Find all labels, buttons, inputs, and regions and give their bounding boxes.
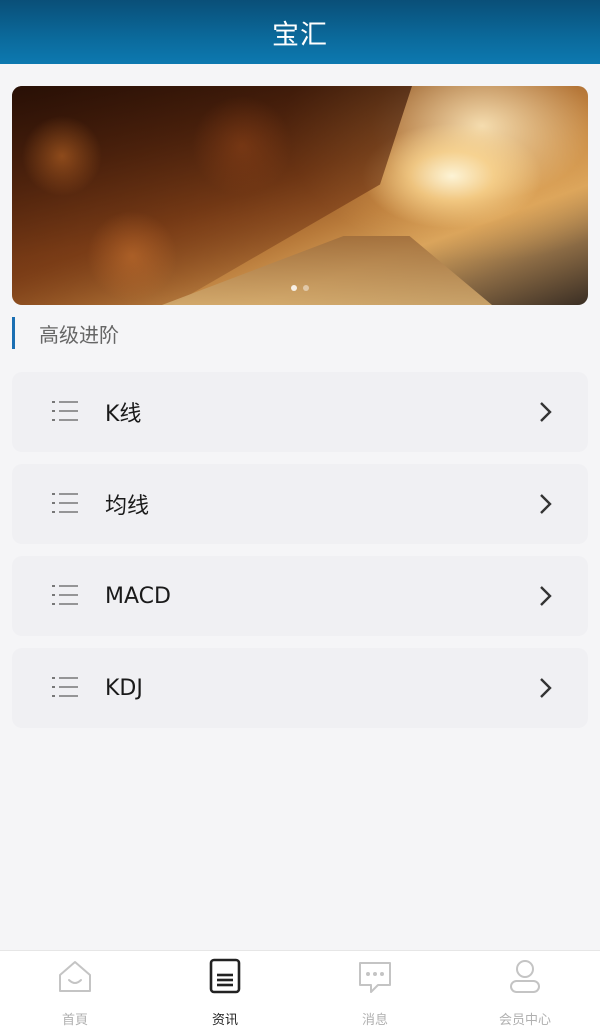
section-header: 高级进阶 [12,317,119,349]
list-icon [52,401,78,421]
news-icon [209,958,241,994]
chevron-right-icon [540,678,552,698]
list-item-kdj[interactable]: KDJ [12,648,588,728]
tab-label: 首頁 [61,1013,88,1028]
chevron-right-icon [540,402,552,422]
bottom-tab-bar: 首頁 资讯 消息 会员中心 [0,950,600,1032]
menu-item-label: 均线 [105,494,150,519]
tab-label: 会员中心 [498,1013,551,1028]
chevron-right-icon [540,586,552,606]
carousel-indicator [291,285,309,291]
carousel-dot[interactable] [303,285,309,291]
carousel-dot[interactable] [291,285,297,291]
tab-label: 消息 [361,1013,388,1028]
menu-item-label: KDJ [105,675,143,701]
tab-messages[interactable]: 消息 [300,951,450,1032]
tab-label: 资讯 [211,1013,238,1028]
page-title: 宝汇 [272,19,328,51]
chevron-right-icon [540,494,552,514]
tab-member-center[interactable]: 会员中心 [450,951,600,1032]
list-icon [52,585,78,605]
home-icon [59,961,91,992]
menu-item-label: K线 [105,402,142,427]
list-icon [52,677,78,697]
tab-news[interactable]: 资讯 [150,951,300,1032]
list-item-kline[interactable]: K线 [12,372,588,452]
tab-home[interactable]: 首頁 [0,951,150,1032]
list-icon [52,493,78,513]
app-header: 宝汇 [0,0,600,64]
banner-carousel[interactable] [12,86,588,305]
list-item-macd[interactable]: MACD [12,556,588,636]
section-accent-bar [12,317,15,349]
menu-item-label: MACD [105,583,171,609]
section-title: 高级进阶 [39,322,119,347]
message-icon [359,962,391,993]
list-item-moving-average[interactable]: 均线 [12,464,588,544]
user-icon [510,960,540,993]
menu-list: K线 均线 MACD KDJ [12,372,588,740]
